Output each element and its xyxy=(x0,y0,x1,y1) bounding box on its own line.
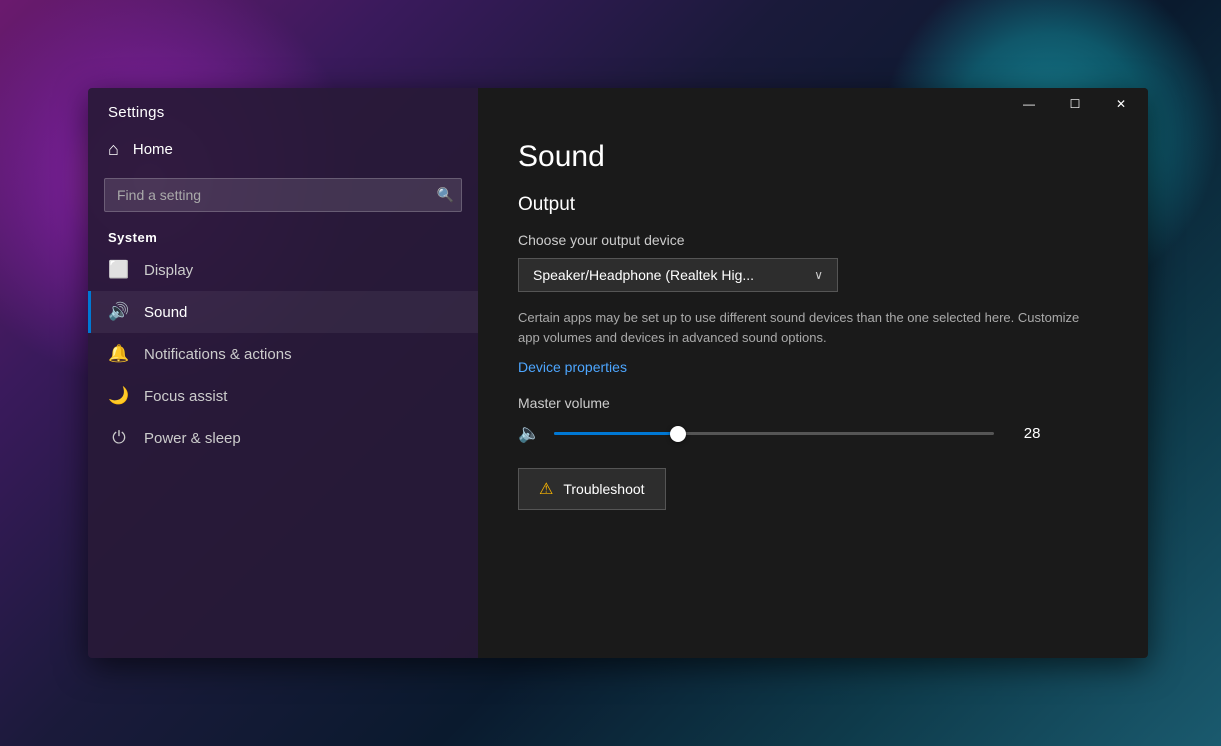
notifications-icon: 🔔 xyxy=(108,344,130,364)
sound-icon: 🔊 xyxy=(108,302,130,322)
volume-icon: 🔈 xyxy=(518,423,540,444)
sidebar-item-sound[interactable]: 🔊 Sound xyxy=(88,291,478,333)
system-section-label: System xyxy=(88,224,478,249)
slider-track xyxy=(554,432,994,435)
sidebar-item-notifications-label: Notifications & actions xyxy=(144,346,292,363)
device-properties-link[interactable]: Device properties xyxy=(518,359,1108,375)
sidebar-home-label: Home xyxy=(133,141,173,158)
settings-window: Settings ⌂ Home 🔍 System ⬜ Display 🔊 Sou… xyxy=(88,88,1148,658)
troubleshoot-label: Troubleshoot xyxy=(563,481,644,497)
titlebar: — ☐ ✕ xyxy=(478,88,1148,120)
search-icon[interactable]: 🔍 xyxy=(437,187,454,204)
output-device-label: Choose your output device xyxy=(518,232,1108,248)
sidebar-title: Settings xyxy=(88,88,478,129)
content-panel: — ☐ ✕ Sound Output Choose your output de… xyxy=(478,88,1148,658)
home-icon: ⌂ xyxy=(108,139,119,160)
maximize-button[interactable]: ☐ xyxy=(1052,88,1098,120)
volume-row: 🔈 28 xyxy=(518,423,1108,444)
warning-icon: ⚠ xyxy=(539,479,553,499)
display-icon: ⬜ xyxy=(108,260,130,280)
content-body: Sound Output Choose your output device S… xyxy=(478,120,1148,658)
output-device-value: Speaker/Headphone (Realtek Hig... xyxy=(533,267,754,283)
focus-icon: 🌙 xyxy=(108,386,130,406)
sidebar-item-display[interactable]: ⬜ Display xyxy=(88,249,478,291)
volume-slider-container[interactable] xyxy=(554,424,994,444)
volume-value: 28 xyxy=(1008,425,1040,442)
close-button[interactable]: ✕ xyxy=(1098,88,1144,120)
output-section-title: Output xyxy=(518,194,1108,216)
output-info-text: Certain apps may be set up to use differ… xyxy=(518,308,1088,347)
sidebar-item-notifications[interactable]: 🔔 Notifications & actions xyxy=(88,333,478,375)
sidebar-item-display-label: Display xyxy=(144,262,193,279)
chevron-down-icon: ∨ xyxy=(814,268,823,282)
sidebar-item-home[interactable]: ⌂ Home xyxy=(88,129,478,170)
page-title: Sound xyxy=(518,140,1108,174)
master-volume-label: Master volume xyxy=(518,395,1108,411)
sidebar: Settings ⌂ Home 🔍 System ⬜ Display 🔊 Sou… xyxy=(88,88,478,658)
sidebar-item-power[interactable]: ⏻ Power & sleep xyxy=(88,417,478,459)
sidebar-item-focus-label: Focus assist xyxy=(144,388,227,405)
output-device-dropdown[interactable]: Speaker/Headphone (Realtek Hig... ∨ xyxy=(518,258,838,292)
troubleshoot-button[interactable]: ⚠ Troubleshoot xyxy=(518,468,666,510)
sidebar-item-power-label: Power & sleep xyxy=(144,430,241,447)
search-input[interactable] xyxy=(104,178,462,212)
slider-thumb[interactable] xyxy=(670,426,686,442)
sidebar-item-sound-label: Sound xyxy=(144,304,187,321)
search-box-container: 🔍 xyxy=(104,178,462,212)
sidebar-item-focus[interactable]: 🌙 Focus assist xyxy=(88,375,478,417)
power-icon: ⏻ xyxy=(108,428,130,448)
slider-fill xyxy=(554,432,677,435)
minimize-button[interactable]: — xyxy=(1006,88,1052,120)
